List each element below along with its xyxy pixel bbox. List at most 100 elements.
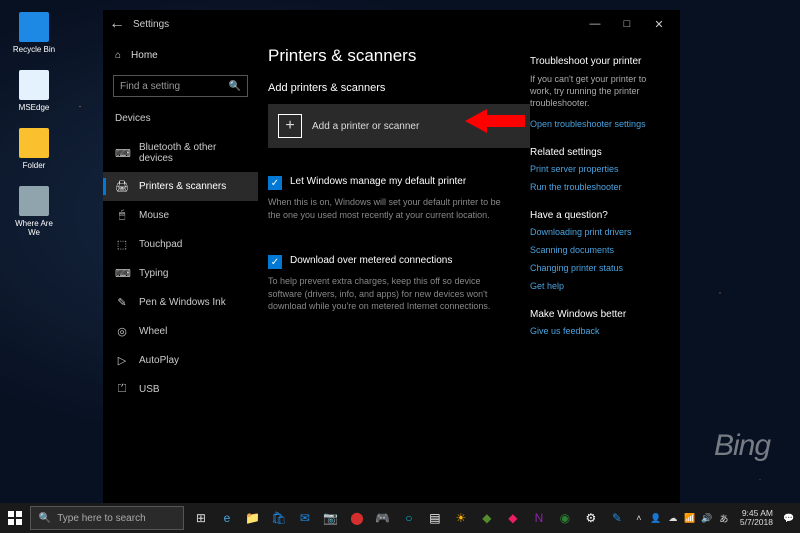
sidebar-item-printers[interactable]: 🖨 Printers & scanners [103,172,258,201]
taskbar-app[interactable]: ⬤ [346,507,368,529]
window-close-button[interactable]: ✕ [644,12,674,36]
troubleshoot-description: If you can't get your printer to work, t… [530,73,668,109]
run-troubleshooter-link[interactable]: Run the troubleshooter [530,182,668,192]
sidebar-item-label: USB [139,384,160,395]
taskbar-app-photos[interactable]: 📷 [320,507,342,529]
tray-people-icon[interactable]: 👤 [649,513,663,524]
feedback-link[interactable]: Give us feedback [530,326,668,336]
search-input[interactable]: Find a setting 🔍 [113,75,248,97]
metered-label: Download over metered connections [290,255,452,266]
sidebar-item-mouse[interactable]: 🖱Mouse [103,201,258,230]
sidebar-item-pen[interactable]: ✎Pen & Windows Ink [103,288,258,317]
tray-onedrive-icon[interactable]: ☁ [666,513,680,524]
taskbar-search-input[interactable]: 🔍 Type here to search [30,506,184,530]
download-drivers-link[interactable]: Downloading print drivers [530,227,668,237]
taskbar-app-explorer[interactable]: 📁 [242,507,264,529]
sidebar-item-typing[interactable]: ⌨Typing [103,259,258,288]
desktop-icon-label: Folder [23,161,46,170]
add-printer-label: Add a printer or scanner [312,121,419,132]
open-troubleshooter-link[interactable]: Open troubleshooter settings [530,119,668,129]
add-printer-button[interactable]: + Add a printer or scanner [268,104,530,148]
sidebar-item-label: Pen & Windows Ink [139,297,226,308]
taskbar-app-weather[interactable]: ☀ [450,507,472,529]
desktop-icon-folder[interactable]: Folder [10,128,58,170]
keyboard-icon: ⌨ [115,147,129,160]
search-placeholder: Find a setting [120,81,229,92]
taskbar-app[interactable]: ◆ [476,507,498,529]
taskbar-app-store[interactable]: 🛍 [268,507,290,529]
sidebar-item-label: Printers & scanners [139,181,226,192]
taskbar-app-cortana[interactable]: ○ [398,507,420,529]
add-section-heading: Add printers & scanners [268,82,514,94]
usb-icon: ⏍ [115,383,129,396]
taskbar-app-settings[interactable]: ⚙ [580,507,602,529]
taskbar-app-onenote[interactable]: N [528,507,550,529]
manage-default-checkbox[interactable]: ✓ [268,176,282,190]
windows-logo-icon [8,511,22,525]
sidebar-item-touchpad[interactable]: ⬚ Touchpad [103,230,258,259]
taskbar-app-edge[interactable]: e [216,507,238,529]
window-minimize-button[interactable]: — [580,12,610,36]
mouse-icon: 🖱 [115,209,129,222]
autoplay-icon: ▷ [115,354,129,367]
changing-printer-status-link[interactable]: Changing printer status [530,263,668,273]
metered-description: To help prevent extra charges, keep this… [268,275,514,313]
desktop-icon-edge[interactable]: MSEdge [10,70,58,112]
desktop-icon-label: Where Are We [15,219,53,237]
action-center-icon[interactable]: 💬 [782,513,796,524]
page-title: Printers & scanners [268,46,514,66]
taskbar-search-placeholder: Type here to search [57,513,145,524]
taskbar-app-xbox[interactable]: 🎮 [372,507,394,529]
sidebar-item-label: AutoPlay [139,355,179,366]
sidebar-home[interactable]: ⌂ Home [103,42,258,69]
touchpad-icon: ⬚ [115,238,129,251]
manage-default-label: Let Windows manage my default printer [290,176,466,187]
settings-sidebar: ⌂ Home Find a setting 🔍 Devices ⌨ Bluetoo… [103,38,258,503]
sidebar-item-autoplay[interactable]: ▷ AutoPlay [103,346,258,375]
tray-ime-icon[interactable]: あ [717,512,731,525]
clock-date: 5/7/2018 [740,518,773,527]
window-titlebar[interactable]: ← Settings — □ ✕ [103,10,680,38]
typing-icon: ⌨ [115,267,129,280]
back-arrow-icon[interactable]: ← [109,15,125,33]
question-heading: Have a question? [530,210,668,221]
sidebar-section-title: Devices [103,107,258,134]
printer-icon: 🖨 [115,180,129,193]
bing-watermark: Bing [714,429,770,463]
print-server-properties-link[interactable]: Print server properties [530,164,668,174]
tray-overflow-icon[interactable]: ˄ [632,513,646,523]
sidebar-home-label: Home [131,50,158,61]
start-button[interactable] [0,503,30,533]
plus-icon: + [278,114,302,138]
task-view-button[interactable]: ⊞ [190,507,212,529]
window-title: Settings [133,19,169,30]
taskbar-app[interactable]: ◆ [502,507,524,529]
desktop-icon-recycle-bin[interactable]: Recycle Bin [10,12,58,54]
settings-window: ← Settings — □ ✕ ⌂ Home Find a setting 🔍… [103,10,680,503]
taskbar-clock[interactable]: 9:45 AM 5/7/2018 [734,509,779,527]
home-icon: ⌂ [115,50,121,61]
sidebar-item-usb[interactable]: ⏍ USB [103,375,258,404]
sidebar-item-label: Bluetooth & other devices [139,142,246,164]
search-icon: 🔍 [39,513,51,524]
system-tray: ˄ 👤 ☁ 📶 🔊 あ 9:45 AM 5/7/2018 💬 [628,509,800,527]
search-icon: 🔍 [229,81,241,92]
sidebar-item-label: Touchpad [139,239,182,250]
taskbar-app-mail[interactable]: ✉ [294,507,316,529]
desktop-icon-label: MSEdge [19,103,50,112]
scanning-documents-link[interactable]: Scanning documents [530,245,668,255]
desktop-icon-whereweare[interactable]: Where Are We [10,186,58,237]
taskbar-app[interactable]: ✎ [606,507,628,529]
sidebar-item-wheel[interactable]: ◎Wheel [103,317,258,346]
tray-network-icon[interactable]: 📶 [683,513,697,524]
window-maximize-button[interactable]: □ [612,12,642,36]
sidebar-item-bluetooth[interactable]: ⌨ Bluetooth & other devices [103,134,258,172]
taskbar-app[interactable]: ▤ [424,507,446,529]
taskbar-app[interactable]: ◉ [554,507,576,529]
wheel-icon: ◎ [115,325,129,338]
tray-volume-icon[interactable]: 🔊 [700,513,714,524]
better-heading: Make Windows better [530,309,668,320]
get-help-link[interactable]: Get help [530,281,668,291]
metered-checkbox[interactable]: ✓ [268,255,282,269]
manage-default-description: When this is on, Windows will set your d… [268,196,514,221]
